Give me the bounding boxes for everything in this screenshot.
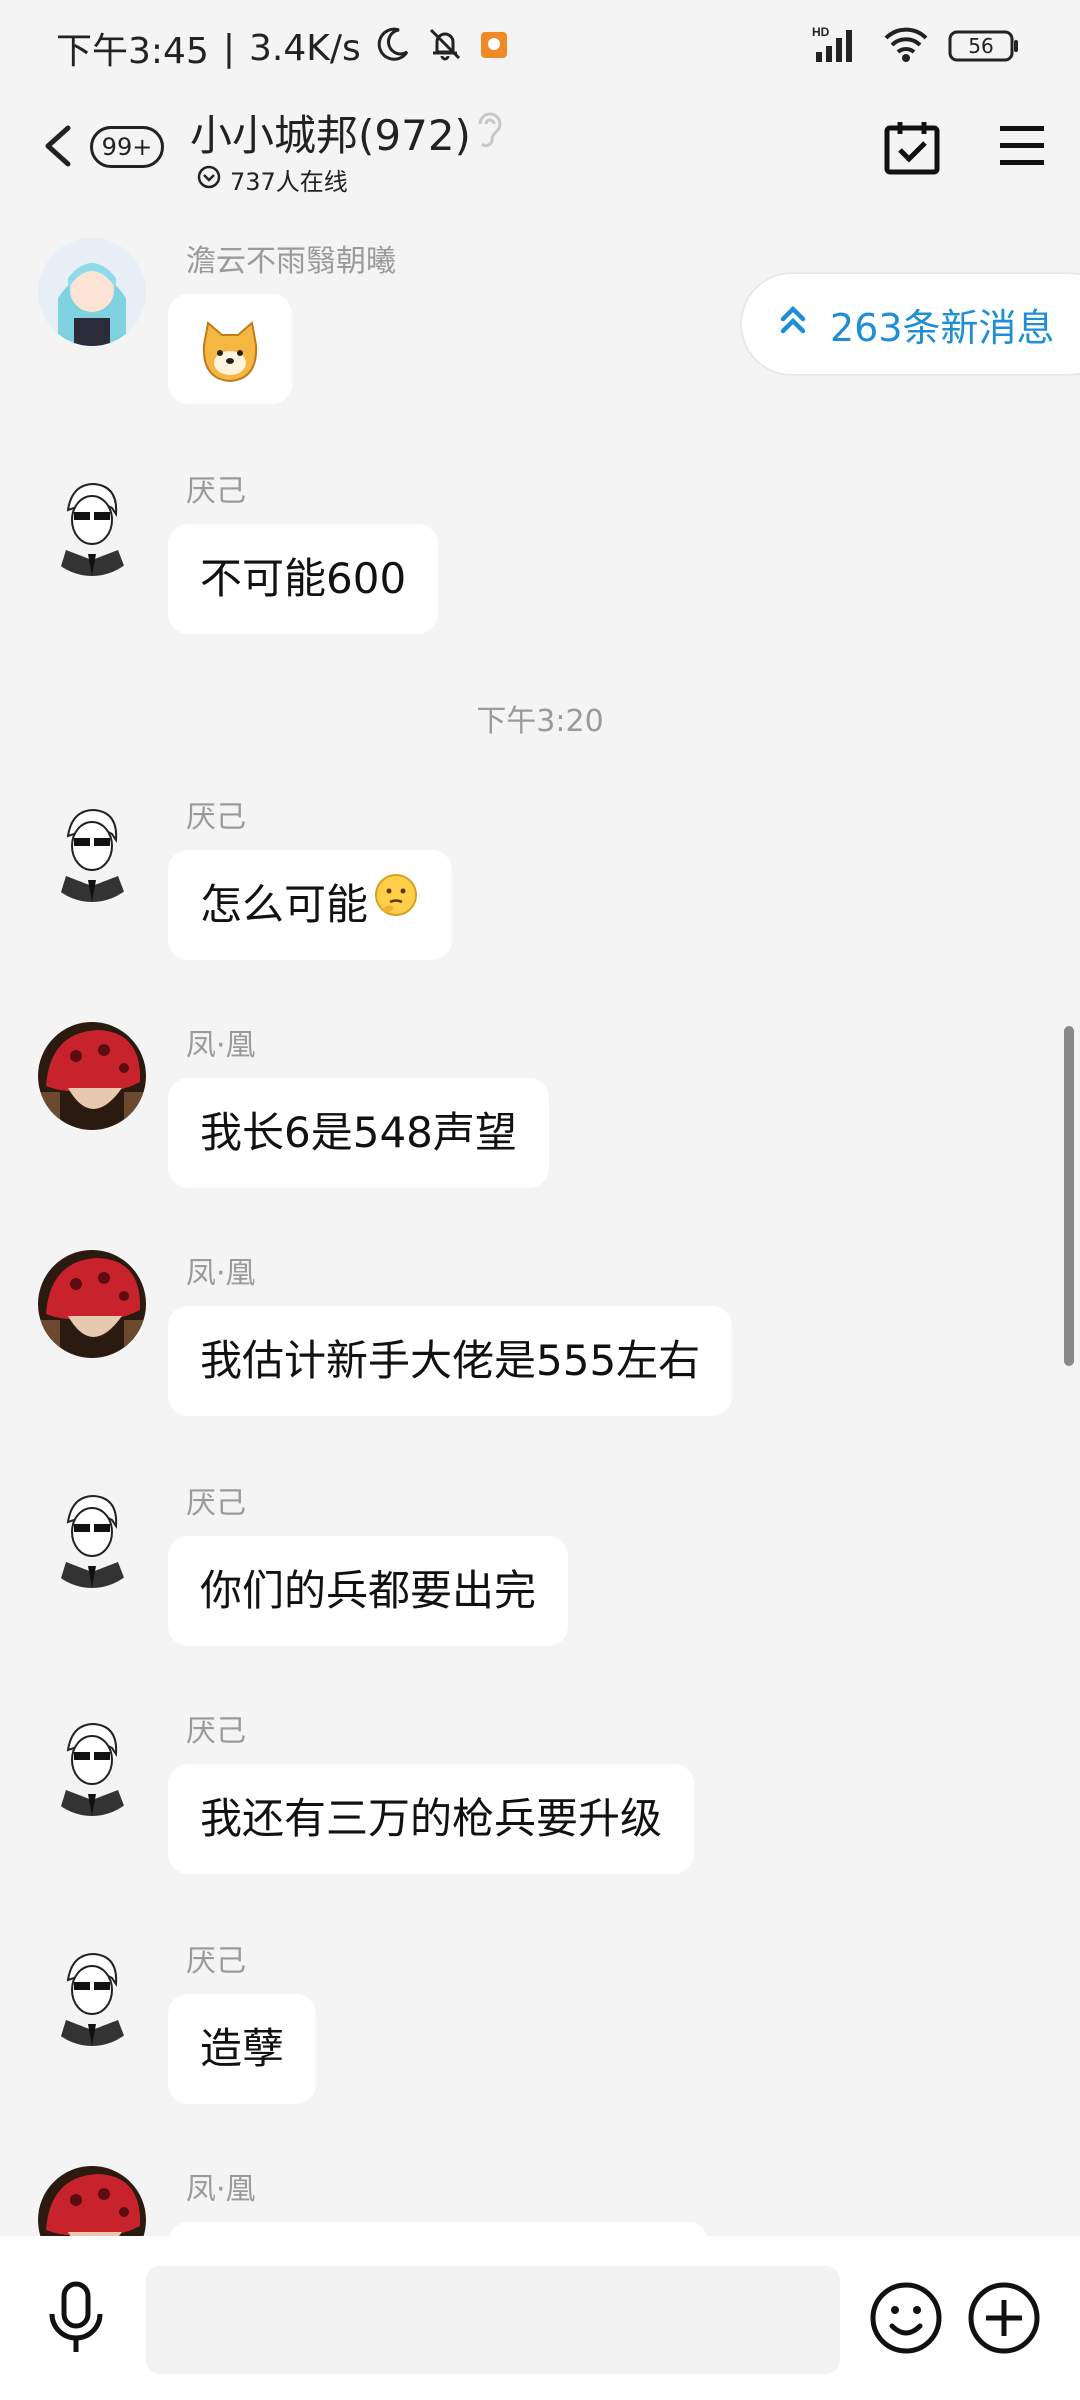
message-item: 厌己 不可能600 — [0, 444, 1080, 644]
message-item: 厌己 你们的兵都要出完 — [0, 1456, 1080, 1656]
avatar[interactable] — [38, 1938, 146, 2046]
online-count: 737人在线 — [230, 168, 348, 196]
sender-name: 厌己 — [186, 1486, 246, 1521]
message-input[interactable] — [146, 2266, 840, 2374]
menu-icon[interactable] — [998, 124, 1046, 172]
microphone-icon[interactable] — [44, 2280, 108, 2360]
emoji-icon[interactable] — [868, 2280, 944, 2360]
network-label: HD — [812, 25, 830, 39]
sender-name: 凤·凰 — [186, 1028, 256, 1063]
message-bubble[interactable]: 不可能600 — [168, 524, 439, 634]
calendar-check-icon[interactable] — [882, 118, 942, 182]
chat-area[interactable]: 澹云不雨翳朝曦 263条新消息 厌己 不可能600 下午3:20 厌己 怎么可能 — [0, 206, 1080, 2236]
sender-name: 厌己 — [186, 1944, 246, 1979]
message-item: 凤·凰 我长6是548声望 — [0, 998, 1080, 1198]
sender-name: 厌己 — [186, 1714, 246, 1749]
new-messages-label: 263条新消息 — [830, 305, 1055, 350]
message-item: 澹云不雨翳朝曦 263条新消息 — [0, 214, 1080, 414]
shiba-sticker-icon — [198, 316, 262, 426]
sender-name: 凤·凰 — [186, 2172, 256, 2207]
message-item: 厌己 我还有三万的枪兵要升级 — [0, 1684, 1080, 1884]
net-speed: 3.4K/s — [248, 27, 361, 69]
message-text: 怎么可能 — [200, 880, 369, 929]
avatar[interactable] — [38, 1480, 146, 1588]
sender-name: 澹云不雨翳朝曦 — [186, 244, 396, 279]
avatar[interactable] — [38, 794, 146, 902]
avatar[interactable] — [38, 1022, 146, 1130]
message-bubble[interactable]: 你们的兵都要出完 — [168, 1536, 569, 1646]
chat-header: 99+ 小小城邦(972) 737人在线 — [0, 96, 1080, 206]
battery-icon: 56 — [948, 29, 1020, 63]
mute-bell-icon — [425, 24, 465, 73]
image-bubble[interactable] — [168, 2222, 708, 2236]
battery-level: 56 — [968, 34, 994, 58]
status-separator: | — [222, 27, 235, 69]
moon-icon — [375, 26, 411, 71]
ear-icon[interactable] — [472, 108, 508, 156]
app-notification-icon — [479, 28, 509, 69]
signal-icon: HD — [812, 24, 864, 68]
scrollbar[interactable] — [1064, 1026, 1074, 1366]
avatar[interactable] — [38, 1250, 146, 1358]
message-item: 厌己 造孽 — [0, 1914, 1080, 2114]
status-bar: 下午3:45 | 3.4K/s HD 56 — [0, 0, 1080, 96]
message-bubble[interactable]: 我估计新手大佬是555左右 — [168, 1306, 733, 1416]
sticker-bubble[interactable] — [168, 294, 292, 404]
message-bubble[interactable]: 造孽 — [168, 1994, 317, 2104]
status-right: HD 56 — [812, 24, 1020, 68]
dropdown-circle-icon — [196, 164, 222, 196]
status-left: 下午3:45 | 3.4K/s — [56, 22, 509, 74]
plus-circle-icon[interactable] — [966, 2280, 1042, 2360]
online-status[interactable]: 737人在线 — [196, 162, 348, 197]
back-icon[interactable] — [36, 114, 80, 178]
status-time: 下午3:45 — [56, 31, 209, 72]
message-item: 厌己 怎么可能 — [0, 770, 1080, 970]
double-chevron-up-icon — [778, 302, 808, 346]
input-bar — [0, 2236, 1080, 2400]
avatar[interactable] — [38, 238, 146, 346]
thinking-face-emoji-icon — [372, 850, 420, 960]
message-item: 凤·凰 — [0, 2142, 1080, 2236]
message-item: 凤·凰 我估计新手大佬是555左右 — [0, 1226, 1080, 1426]
sender-name: 凤·凰 — [186, 1256, 256, 1291]
new-messages-button[interactable]: 263条新消息 — [740, 272, 1080, 376]
avatar[interactable] — [38, 468, 146, 576]
group-title[interactable]: 小小城邦(972) — [190, 102, 471, 163]
avatar[interactable] — [38, 2166, 146, 2236]
wifi-icon — [882, 24, 930, 68]
time-separator: 下午3:20 — [476, 704, 604, 739]
avatar[interactable] — [38, 1708, 146, 1816]
message-bubble[interactable]: 我还有三万的枪兵要升级 — [168, 1764, 695, 1874]
sender-name: 厌己 — [186, 474, 246, 509]
message-bubble[interactable]: 我长6是548声望 — [168, 1078, 549, 1188]
sender-name: 厌己 — [186, 800, 246, 835]
unread-badge[interactable]: 99+ — [90, 126, 164, 168]
message-bubble[interactable]: 怎么可能 — [168, 850, 453, 960]
